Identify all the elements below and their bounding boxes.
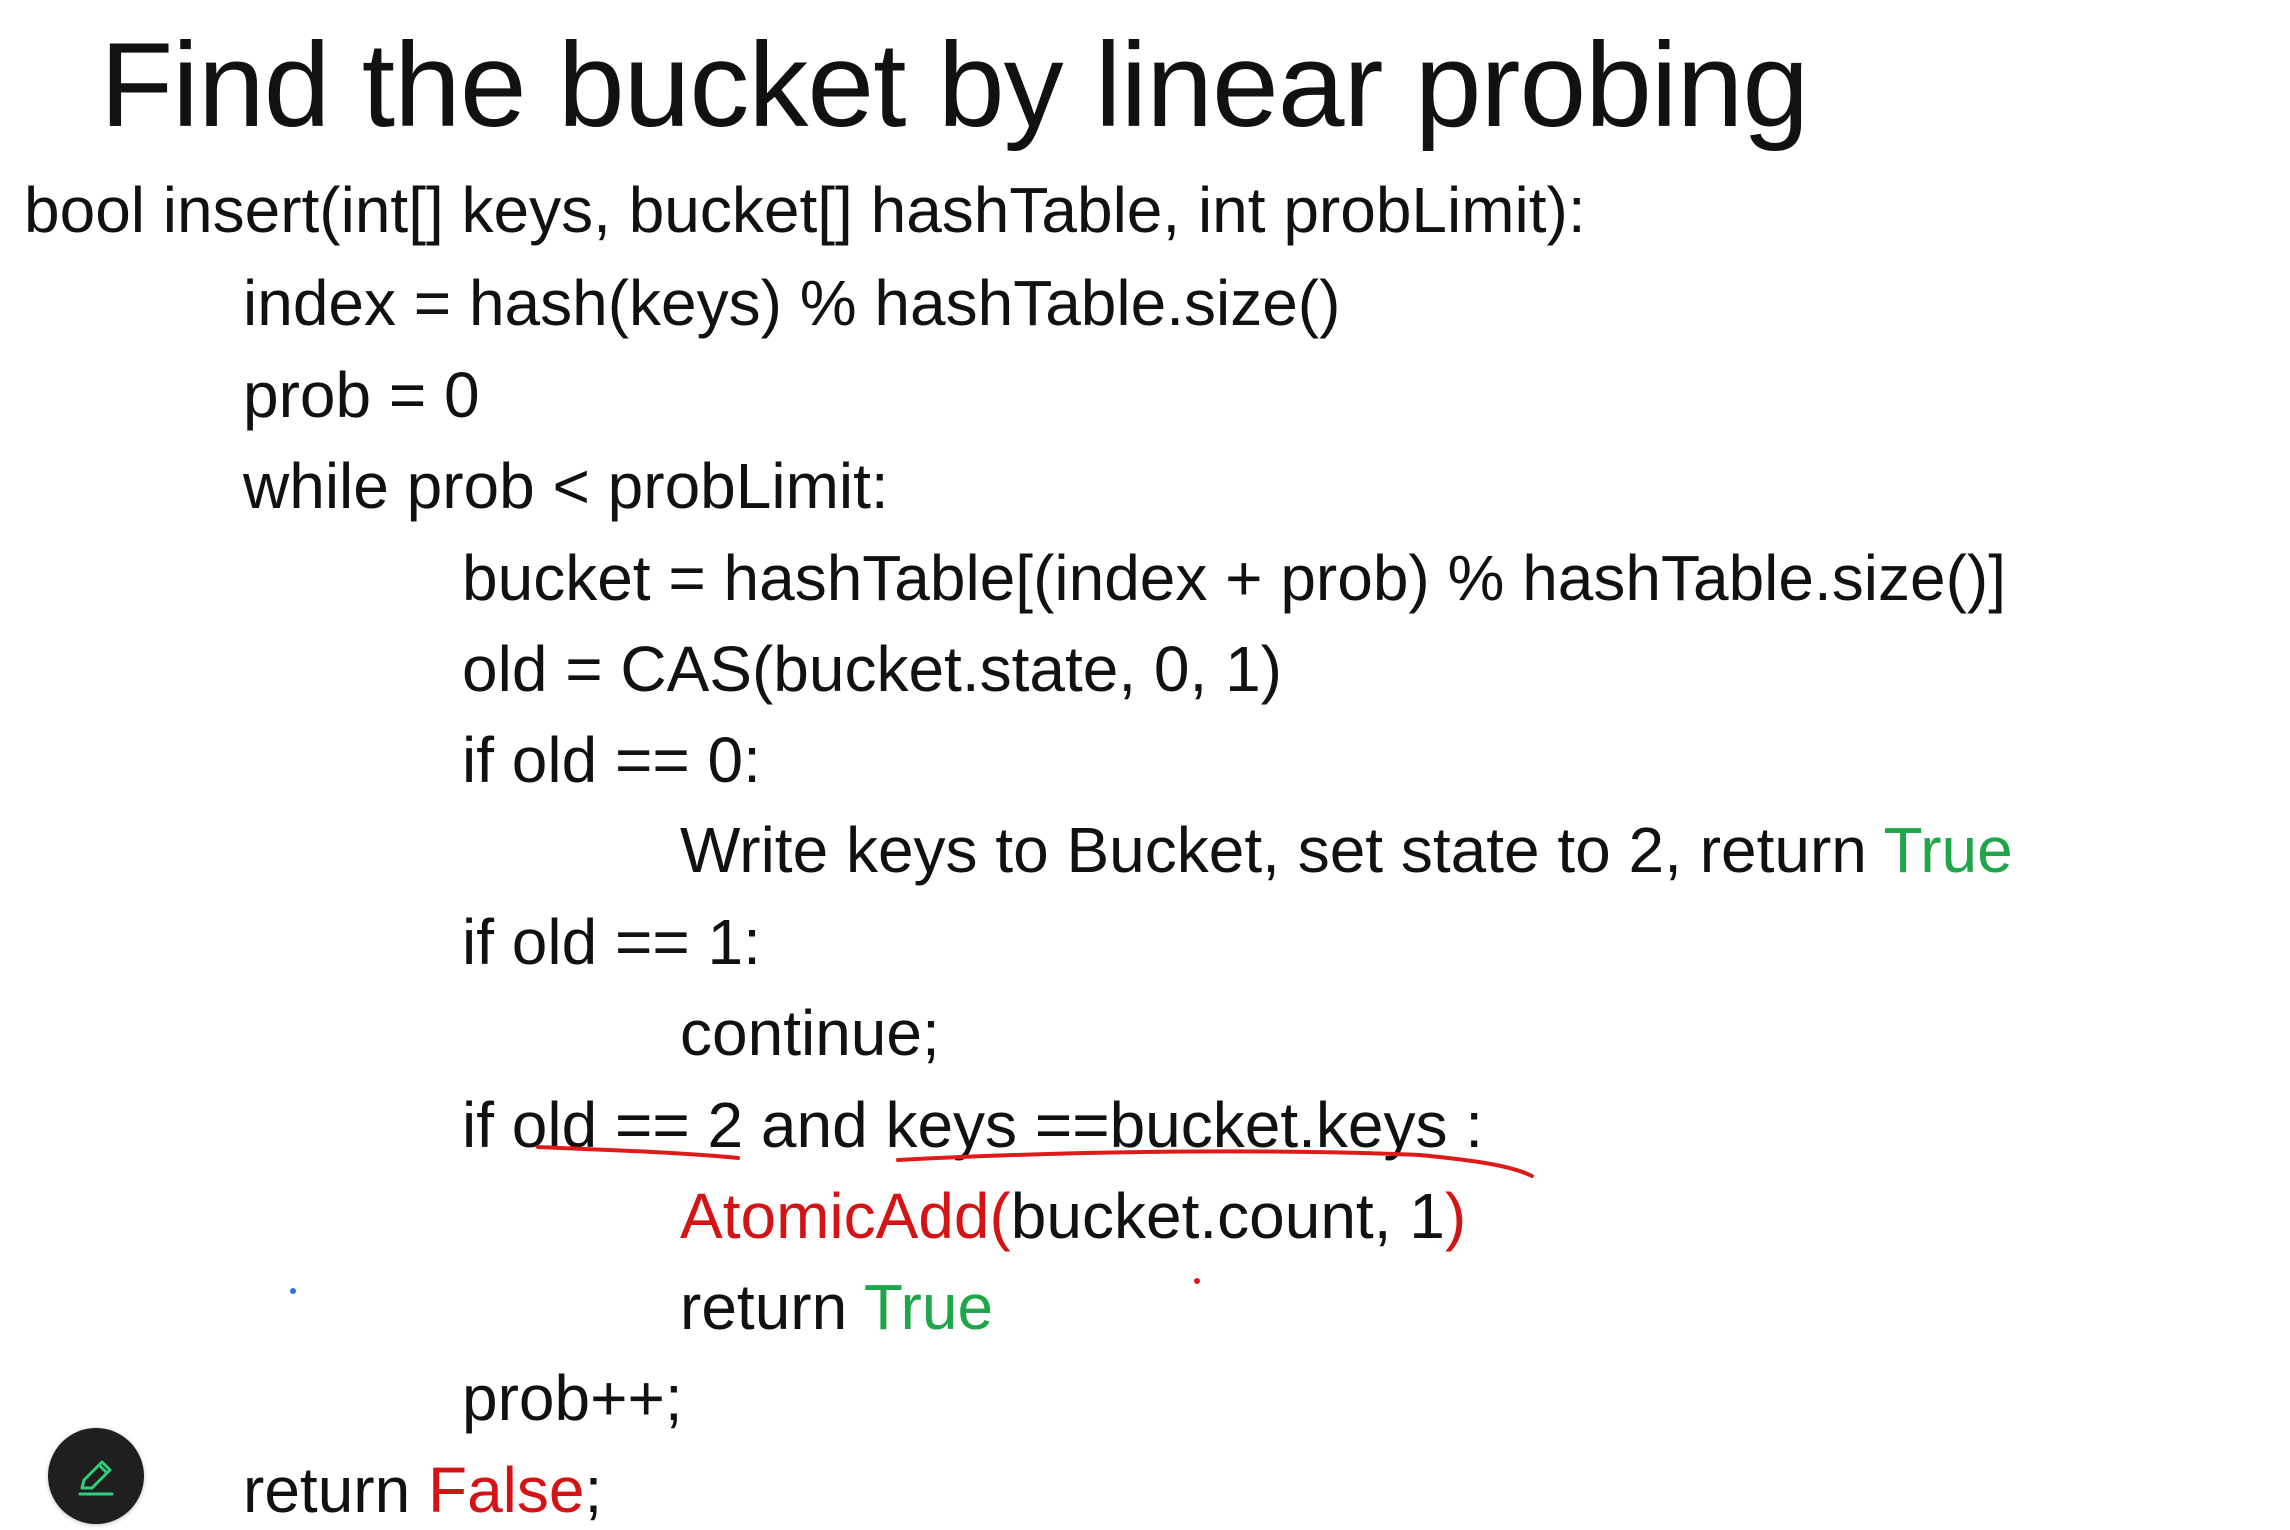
code-line-bucket: bucket = hashTable[(index + prob) % hash… bbox=[462, 542, 2006, 614]
keyword-true: True bbox=[1883, 814, 2013, 886]
pencil-icon bbox=[78, 1460, 114, 1496]
code-line-continue: continue; bbox=[680, 997, 940, 1069]
code-text: if bbox=[462, 1089, 512, 1161]
atomic-add-args: bucket.count, 1 bbox=[1010, 1180, 1445, 1252]
code-line-cas: old = CAS(bucket.state, 0, 1) bbox=[462, 633, 1282, 705]
keyword-false: False bbox=[427, 1454, 585, 1526]
code-line-while: while prob < probLimit: bbox=[243, 450, 889, 522]
code-line-return-false: return False; bbox=[243, 1450, 602, 1530]
code-text: return bbox=[243, 1454, 428, 1526]
atomic-add-fn: AtomicAdd( bbox=[680, 1180, 1011, 1252]
code-line-if-old-2: if old == 2 and keys ==bucket.keys : bbox=[462, 1085, 1483, 1165]
code-line-atomic-add: AtomicAdd(bucket.count, 1) bbox=[680, 1176, 1466, 1256]
code-line-return-true: return True bbox=[680, 1267, 993, 1347]
code-line-prob-inc: prob++; bbox=[462, 1362, 683, 1434]
code-line-write: Write keys to Bucket, set state to 2, re… bbox=[680, 810, 2013, 890]
code-text: ; bbox=[584, 1454, 603, 1526]
ink-dot-blue bbox=[290, 1288, 296, 1294]
code-line-if-old-1: if old == 1: bbox=[462, 906, 761, 978]
code-text: Write keys to Bucket, set state to 2, re… bbox=[680, 814, 1884, 886]
underlined-old-equals-2: old == 2 bbox=[511, 1089, 744, 1161]
code-text: and bbox=[743, 1089, 886, 1161]
underlined-keys-equals-bucket-keys: keys ==bucket.keys bbox=[885, 1089, 1448, 1161]
code-line-signature: bool insert(int[] keys, bucket[] hashTab… bbox=[24, 174, 1586, 246]
slide-title: Find the bucket by linear probing bbox=[100, 18, 1809, 152]
ink-dot-red bbox=[1194, 1278, 1200, 1284]
code-line-prob-init: prob = 0 bbox=[243, 359, 480, 431]
code-line-if-old-0: if old == 0: bbox=[462, 724, 761, 796]
atomic-add-close: ) bbox=[1444, 1180, 1467, 1252]
keyword-true: True bbox=[863, 1271, 994, 1343]
code-line-index: index = hash(keys) % hashTable.size() bbox=[243, 267, 1341, 339]
code-text: return bbox=[680, 1271, 864, 1343]
pen-tool-button[interactable] bbox=[48, 1428, 144, 1524]
code-text: : bbox=[1447, 1089, 1484, 1161]
